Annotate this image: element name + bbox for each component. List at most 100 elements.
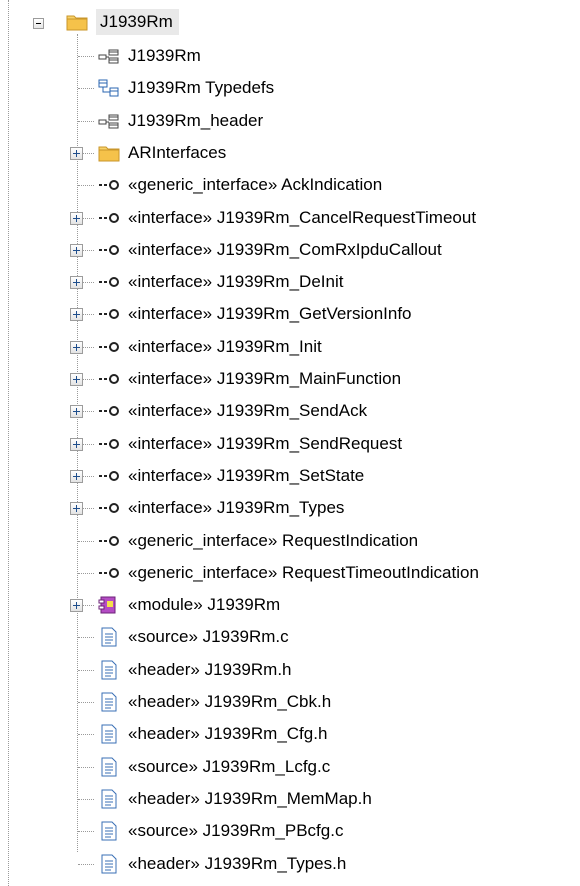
tree-node-label[interactable]: «interface» J1939Rm_Types: [128, 492, 344, 524]
project-browser-tree: J1939Rm J1939Rm J1939Rm Typedefs J1939Rm_h…: [0, 0, 580, 886]
folder-icon: [66, 15, 88, 31]
diagram-package-icon: [98, 111, 120, 131]
tree-node[interactable]: «header» J1939Rm.h: [0, 654, 580, 686]
interface-lollipop-icon: [98, 304, 120, 324]
tree-node-root[interactable]: J1939Rm: [0, 8, 580, 40]
tree-branch-line: [78, 56, 94, 57]
tree-node-label[interactable]: «header» J1939Rm_MemMap.h: [128, 783, 372, 815]
file-icon: [98, 757, 120, 777]
tree-node-label[interactable]: «header» J1939Rm_Types.h: [128, 848, 346, 880]
tree-node-label[interactable]: «generic_interface» RequestTimeoutIndica…: [128, 557, 479, 589]
tree-node[interactable]: «header» J1939Rm_Cfg.h: [0, 718, 580, 750]
tree-node[interactable]: «header» J1939Rm_MemMap.h: [0, 783, 580, 815]
tree-node[interactable]: «source» J1939Rm.c: [0, 621, 580, 653]
tree-node[interactable]: J1939Rm_header: [0, 105, 580, 137]
tree-node[interactable]: «interface» J1939Rm_SetState: [0, 460, 580, 492]
tree-node[interactable]: «header» J1939Rm_Cbk.h: [0, 686, 580, 718]
tree-branch-line: [78, 540, 94, 542]
expand-toggle-icon[interactable]: [70, 211, 83, 225]
tree-node[interactable]: «interface» J1939Rm_MainFunction: [0, 363, 580, 395]
file-icon: [98, 627, 120, 647]
interface-lollipop-icon: [98, 175, 120, 195]
file-icon: [98, 789, 120, 809]
collapse-toggle-icon[interactable]: [33, 18, 44, 29]
tree-node[interactable]: «source» J1939Rm_Lcfg.c: [0, 751, 580, 783]
tree-node-label[interactable]: «interface» J1939Rm_Init: [128, 331, 322, 363]
tree-node-label[interactable]: «interface» J1939Rm_CancelRequestTimeout: [128, 202, 476, 234]
tree-node-label[interactable]: J1939Rm Typedefs: [128, 72, 274, 104]
tree-node-label[interactable]: J1939Rm: [96, 9, 179, 35]
tree-node-label[interactable]: «generic_interface» RequestIndication: [128, 525, 418, 557]
tree-node[interactable]: «header» J1939Rm_Types.h: [0, 848, 580, 880]
tree-node[interactable]: «interface» J1939Rm_Types: [0, 492, 580, 524]
tree-node[interactable]: «interface» J1939Rm_SendAck: [0, 395, 580, 427]
tree-node-label[interactable]: «header» J1939Rm_Cfg.h: [128, 718, 327, 750]
tree-node[interactable]: «interface» J1939Rm_DeInit: [0, 266, 580, 298]
tree-branch-line: [78, 863, 94, 865]
expand-toggle-icon[interactable]: [70, 146, 83, 160]
tree-node-label[interactable]: «interface» J1939Rm_MainFunction: [128, 363, 401, 395]
tree-node-label[interactable]: «module» J1939Rm: [128, 589, 280, 621]
tree-node[interactable]: J1939Rm Typedefs: [0, 72, 580, 104]
tree-node[interactable]: «source» J1939Rm_PBcfg.c: [0, 815, 580, 847]
module-icon: [98, 595, 120, 615]
file-icon: [98, 854, 120, 874]
tree-node[interactable]: «interface» J1939Rm_GetVersionInfo: [0, 298, 580, 330]
tree-node[interactable]: «interface» J1939Rm_Init: [0, 331, 580, 363]
file-icon: [98, 692, 120, 712]
tree-node[interactable]: «module» J1939Rm: [0, 589, 580, 621]
expand-toggle-icon[interactable]: [70, 502, 83, 516]
tree-node[interactable]: «interface» J1939Rm_ComRxIpduCallout: [0, 234, 580, 266]
tree-node[interactable]: «generic_interface» AckIndication: [0, 169, 580, 201]
tree-node-label[interactable]: «interface» J1939Rm_SendAck: [128, 395, 367, 427]
expand-toggle-icon[interactable]: [70, 373, 83, 386]
interface-lollipop-icon: [98, 240, 120, 260]
file-icon: [98, 724, 120, 744]
tree-node-label[interactable]: «interface» J1939Rm_ComRxIpduCallout: [128, 234, 442, 266]
diagram-class-icon: [98, 78, 120, 98]
interface-lollipop-icon: [98, 466, 120, 486]
tree-node[interactable]: J1939Rm: [0, 40, 580, 72]
tree-node-label[interactable]: «source» J1939Rm_PBcfg.c: [128, 815, 343, 847]
tree-branch-line: [78, 702, 94, 703]
tree-node-label[interactable]: ARInterfaces: [128, 137, 226, 169]
diagram-package-icon: [98, 46, 120, 66]
expand-toggle-icon[interactable]: [70, 469, 83, 483]
expand-toggle-icon[interactable]: [70, 308, 83, 322]
tree-branch-line: [78, 637, 94, 639]
tree-node-label[interactable]: «interface» J1939Rm_GetVersionInfo: [128, 298, 412, 330]
tree-node[interactable]: «generic_interface» RequestTimeoutIndica…: [0, 557, 580, 589]
tree-node-label[interactable]: «interface» J1939Rm_SetState: [128, 460, 364, 492]
tree-branch-line: [78, 572, 94, 574]
tree-branch-line: [78, 831, 94, 833]
interface-lollipop-icon: [98, 531, 120, 551]
expand-toggle-icon[interactable]: [70, 405, 83, 419]
tree-node-label[interactable]: «header» J1939Rm.h: [128, 654, 292, 686]
expand-toggle-icon[interactable]: [70, 340, 83, 354]
interface-lollipop-icon: [98, 272, 120, 292]
tree-node-label[interactable]: «header» J1939Rm_Cbk.h: [128, 686, 331, 718]
file-icon: [98, 660, 120, 680]
expand-toggle-icon[interactable]: [70, 437, 83, 451]
tree-node[interactable]: «interface» J1939Rm_SendRequest: [0, 428, 580, 460]
tree-branch-line: [78, 669, 94, 671]
tree-node[interactable]: ARInterfaces: [0, 137, 580, 169]
tree-node-label[interactable]: J1939Rm: [128, 40, 201, 72]
tree-node[interactable]: «interface» J1939Rm_CancelRequestTimeout: [0, 202, 580, 234]
tree-branch-line: [78, 734, 94, 736]
tree-node-label[interactable]: «source» J1939Rm_Lcfg.c: [128, 751, 330, 783]
interface-lollipop-icon: [98, 401, 120, 421]
tree-node-label[interactable]: J1939Rm_header: [128, 105, 263, 137]
tree-node-label[interactable]: «interface» J1939Rm_SendRequest: [128, 428, 402, 460]
expand-toggle-icon[interactable]: [70, 243, 83, 257]
expand-toggle-icon[interactable]: [70, 599, 83, 613]
tree-branch-line: [78, 766, 94, 768]
tree-node-label[interactable]: «interface» J1939Rm_DeInit: [128, 266, 343, 298]
tree-node-label[interactable]: «source» J1939Rm.c: [128, 621, 289, 653]
folder-icon: [98, 143, 120, 163]
tree-node-label[interactable]: «generic_interface» AckIndication: [128, 169, 382, 201]
interface-lollipop-icon: [98, 563, 120, 583]
tree-branch-line: [78, 798, 94, 800]
expand-toggle-icon[interactable]: [70, 276, 83, 290]
tree-node[interactable]: «generic_interface» RequestIndication: [0, 525, 580, 557]
